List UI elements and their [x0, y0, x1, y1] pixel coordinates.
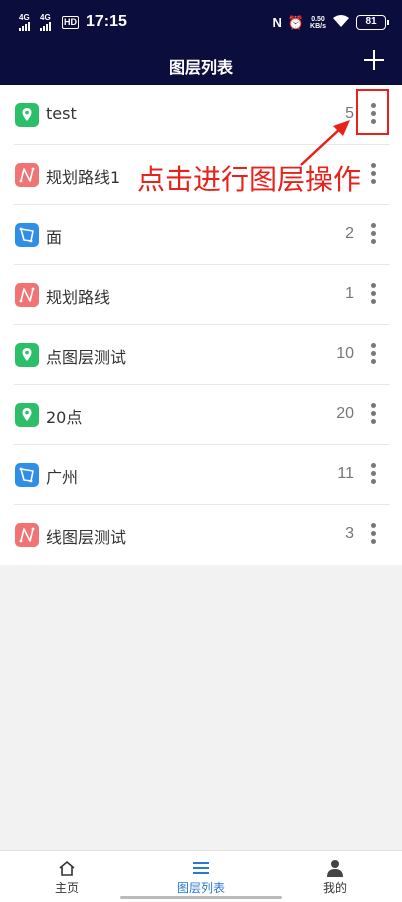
- point-layer-icon: [15, 343, 39, 367]
- page-title: 图层列表: [168, 58, 233, 77]
- layer-name: 点图层测试: [46, 348, 127, 367]
- point-layer-icon: [15, 403, 39, 427]
- header: 图层列表: [0, 46, 402, 85]
- polygon-layer-icon: [15, 223, 39, 247]
- layer-count: 5: [345, 105, 354, 122]
- layer-name: test: [46, 104, 77, 123]
- speed-value: 0.50: [311, 15, 325, 23]
- tab-layers-label: 图层列表: [176, 881, 225, 895]
- annotation-text: 点击进行图层操作: [137, 163, 362, 196]
- user-icon: [268, 857, 402, 879]
- status-right: N ⏰ 0.50 KB/s 81: [272, 14, 389, 31]
- highlight-box: [356, 89, 389, 135]
- layer-name: 规划路线: [46, 288, 111, 307]
- network-speed: 0.50 KB/s: [310, 16, 326, 30]
- layer-row[interactable]: 规划路线 1: [0, 265, 402, 325]
- speed-unit: KB/s: [310, 22, 326, 30]
- layer-name: 面: [46, 228, 63, 247]
- home-indicator: [120, 896, 282, 899]
- tab-mine-label: 我的: [322, 881, 347, 895]
- signal-1: 4G: [19, 14, 31, 31]
- more-options-icon[interactable]: [368, 281, 378, 309]
- layer-count: 2: [345, 225, 354, 242]
- layer-count: 11: [337, 465, 354, 482]
- signal-bars-icon: [40, 22, 52, 31]
- home-icon: [0, 857, 134, 879]
- line-layer-icon: [15, 283, 39, 307]
- layer-name: 线图层测试: [46, 528, 127, 547]
- wifi-icon: [332, 14, 350, 31]
- tab-bar: 主页 图层列表 我的: [0, 850, 402, 902]
- more-options-icon[interactable]: [368, 341, 378, 369]
- more-options-icon[interactable]: [368, 221, 378, 249]
- sim1-label: 4G: [19, 13, 30, 22]
- layer-count: 3: [345, 525, 354, 542]
- layer-row[interactable]: test 5: [0, 85, 402, 145]
- battery-level: 81: [365, 16, 377, 27]
- list-icon: [134, 857, 268, 879]
- tab-layers[interactable]: 图层列表: [134, 857, 268, 896]
- more-options-icon[interactable]: [368, 521, 378, 549]
- add-layer-button[interactable]: [364, 50, 384, 70]
- layer-name: 规划路线1: [46, 168, 121, 187]
- layer-name: 20点: [46, 408, 83, 427]
- layer-list: test 5 规划路线1 面 2 规划路线 1 点图层测试 10 20点 20 广州 11 线图层测试 3: [0, 85, 402, 565]
- line-layer-icon: [15, 523, 39, 547]
- more-options-icon[interactable]: [368, 461, 378, 489]
- top-bar: 4G 4G HD 17:15 N ⏰ 0.50 KB/s 81 图层列表: [0, 0, 402, 85]
- layer-count: 20: [336, 405, 354, 422]
- status-bar: 4G 4G HD 17:15 N ⏰ 0.50 KB/s 81: [0, 0, 402, 46]
- tab-home-label: 主页: [54, 881, 79, 895]
- signal-2: 4G: [40, 14, 52, 31]
- more-options-icon[interactable]: [368, 161, 378, 189]
- point-layer-icon: [15, 103, 39, 127]
- signal-bars-icon: [19, 22, 31, 31]
- polygon-layer-icon: [15, 463, 39, 487]
- layer-row[interactable]: 广州 11: [0, 445, 402, 505]
- alarm-icon: ⏰: [287, 14, 305, 30]
- layer-row[interactable]: 点图层测试 10: [0, 325, 402, 385]
- layer-row[interactable]: 线图层测试 3: [0, 505, 402, 565]
- tab-home[interactable]: 主页: [0, 857, 134, 896]
- more-options-icon[interactable]: [368, 401, 378, 429]
- layer-row[interactable]: 面2: [0, 205, 402, 265]
- hd-icon: HD: [62, 16, 79, 29]
- layer-row[interactable]: 20点 20: [0, 385, 402, 445]
- nfc-icon: N: [272, 15, 282, 30]
- layer-name: 广州: [46, 468, 79, 487]
- tab-mine[interactable]: 我的: [268, 857, 402, 896]
- line-layer-icon: [15, 163, 39, 187]
- layer-count: 10: [336, 345, 354, 362]
- clock: 17:15: [86, 13, 127, 30]
- layer-count: 1: [345, 285, 354, 302]
- battery-icon: 81: [356, 15, 389, 30]
- sim2-label: 4G: [40, 13, 51, 22]
